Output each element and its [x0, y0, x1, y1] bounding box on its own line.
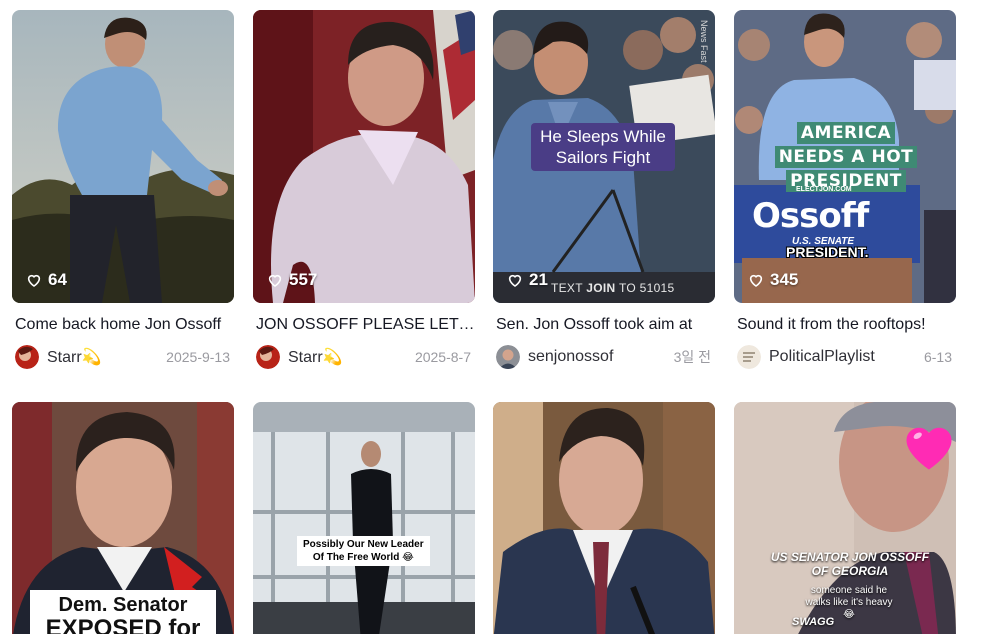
author-name[interactable]: Starr💫	[288, 347, 415, 367]
campaign-sign: Ossoff	[752, 196, 869, 236]
video-card[interactable]: AMERICA NEEDS A HOT PRESIDENT ELECTJON.C…	[734, 10, 956, 369]
video-card[interactable]: Possibly Our New Leader Of The Free Worl…	[253, 402, 475, 634]
avatar[interactable]	[737, 345, 761, 369]
like-count: 557	[267, 270, 317, 290]
post-date: 2025-9-13	[166, 349, 230, 365]
video-overlay-text: Possibly Our New Leader Of The Free Worl…	[297, 536, 430, 566]
video-card[interactable]: Dem. Senator EXPOSED for	[12, 402, 234, 634]
video-title[interactable]: Sound it from the rooftops!	[734, 315, 956, 335]
video-thumbnail[interactable]: 557	[253, 10, 475, 303]
post-date: 2025-8-7	[414, 349, 471, 365]
video-overlay-text: AMERICA NEEDS A HOT PRESIDENT	[756, 121, 936, 193]
video-frame	[493, 402, 715, 634]
like-count-value: 345	[770, 270, 799, 289]
video-thumbnail[interactable]: AMERICA NEEDS A HOT PRESIDENT ELECTJON.C…	[734, 10, 956, 303]
video-thumbnail[interactable]: US SENATOR JON OSSOFF OF GEORGIA someone…	[734, 402, 956, 634]
video-card[interactable]: 64 Come back home Jon Ossoff Starr💫 2025…	[12, 10, 234, 369]
video-card[interactable]: News Fast He Sleeps While Sailors Fight …	[493, 10, 715, 369]
like-count-value: 21	[529, 270, 548, 289]
video-overlay-text: Dem. Senator EXPOSED for	[30, 590, 216, 634]
video-thumbnail[interactable]: Dem. Senator EXPOSED for	[12, 402, 234, 634]
sign-name: Ossoff	[752, 196, 869, 236]
heart-icon	[508, 274, 522, 287]
like-count-value: 557	[289, 270, 318, 289]
post-date: 6-13	[923, 349, 952, 365]
video-frame	[253, 402, 475, 634]
video-card[interactable]: 557 JON OSSOFF PLEASE LET ME PLAY Starr💫…	[253, 10, 475, 369]
heart-emoji-icon	[906, 427, 952, 470]
watermark: News Fast	[699, 20, 709, 63]
video-card[interactable]: US SENATOR JON OSSOFF OF GEORGIA someone…	[734, 402, 956, 634]
author-name[interactable]: PoliticalPlaylist	[769, 348, 924, 366]
campaign-site-text: ELECTJON.COM	[796, 186, 852, 193]
avatar[interactable]	[15, 345, 39, 369]
video-overlay-tag: SWAGG	[792, 616, 835, 628]
heart-icon	[27, 274, 41, 287]
like-count: 64	[26, 270, 67, 290]
like-count: 345	[748, 270, 798, 290]
post-date: 3일 전	[673, 349, 711, 365]
video-thumbnail[interactable]: 64	[12, 10, 234, 303]
like-count-value: 64	[48, 270, 67, 289]
video-title[interactable]: Come back home Jon Ossoff	[12, 315, 234, 335]
video-overlay-text: US SENATOR JON OSSOFF OF GEORGIA	[770, 550, 930, 578]
sms-callout: TEXT JOIN TO 51015	[551, 281, 675, 295]
heart-icon	[749, 274, 763, 287]
video-title[interactable]: JON OSSOFF PLEASE LET ME PLAY	[253, 315, 475, 335]
like-count: 21	[507, 270, 548, 290]
avatar[interactable]	[256, 345, 280, 369]
author-name[interactable]: Starr💫	[47, 347, 166, 367]
video-frame	[12, 10, 234, 303]
author-name[interactable]: senjonossof	[528, 348, 674, 366]
video-frame	[253, 10, 475, 303]
avatar[interactable]	[496, 345, 520, 369]
heart-icon	[268, 274, 282, 287]
video-thumbnail[interactable]: Possibly Our New Leader Of The Free Worl…	[253, 402, 475, 634]
video-title[interactable]: Sen. Jon Ossoff took aim at	[493, 315, 715, 335]
sign-president-text: PRESIDENT.	[786, 244, 869, 260]
video-card[interactable]	[493, 402, 715, 634]
video-thumbnail[interactable]: News Fast He Sleeps While Sailors Fight …	[493, 10, 715, 303]
video-overlay-text: He Sleeps While Sailors Fight	[531, 123, 675, 171]
video-thumbnail[interactable]	[493, 402, 715, 634]
